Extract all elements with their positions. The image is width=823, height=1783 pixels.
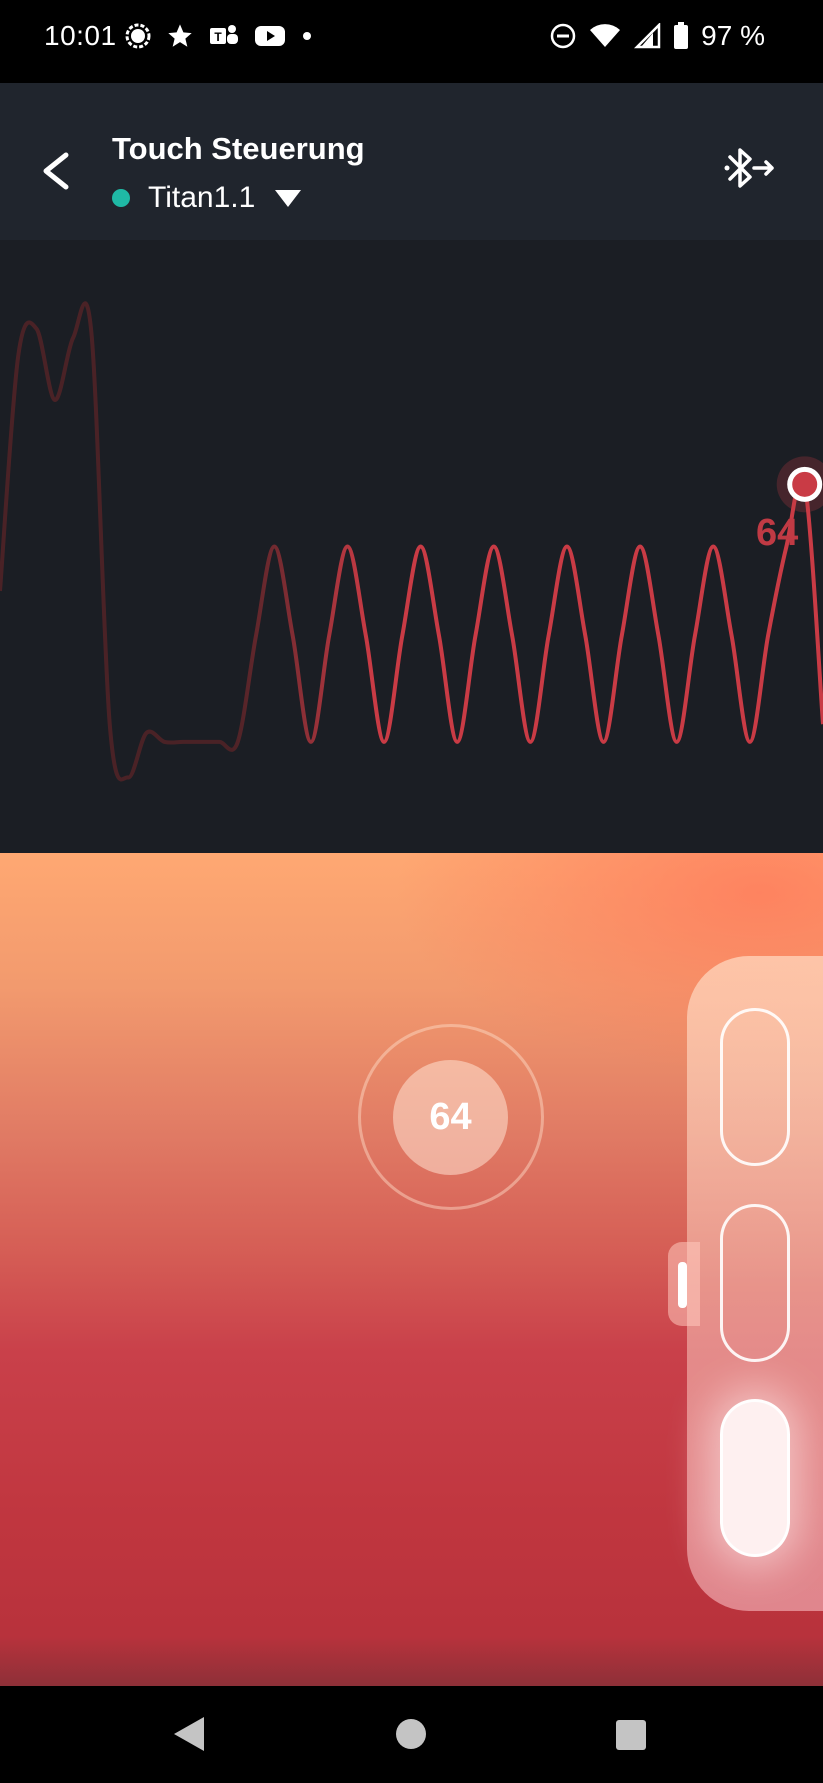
- page-title: Touch Steuerung: [112, 131, 365, 166]
- battery-icon: [674, 22, 689, 49]
- status-bar: 10:01 T 97 %: [0, 0, 823, 83]
- handle-grip-icon: [678, 1262, 687, 1308]
- device-selector[interactable]: Titan1.1: [112, 180, 303, 216]
- svg-text:T: T: [214, 30, 222, 44]
- back-button[interactable]: [30, 135, 84, 207]
- chart-current-point: [787, 466, 823, 502]
- chart-current-value: 64: [756, 512, 799, 554]
- preset-2-button[interactable]: [720, 1204, 790, 1362]
- nav-recents-icon[interactable]: [616, 1720, 646, 1750]
- chart-series-line: [0, 301, 823, 782]
- teams-icon: T: [210, 25, 238, 44]
- device-name: Titan1.1: [148, 181, 256, 214]
- nav-back-icon[interactable]: [172, 1715, 206, 1753]
- back-arrow-icon: [43, 152, 69, 190]
- do-not-disturb-icon: [550, 23, 576, 49]
- nav-home-icon[interactable]: [396, 1719, 426, 1749]
- status-time: 10:01: [44, 20, 117, 51]
- dropdown-triangle-icon: [275, 190, 302, 207]
- bluetooth-connect-icon: [724, 148, 774, 188]
- battery-percent: 97 %: [701, 20, 765, 51]
- touch-knob[interactable]: 64: [393, 1060, 508, 1175]
- star-icon: [168, 24, 192, 47]
- intensity-chart: [0, 240, 823, 853]
- preset-1-button[interactable]: [720, 1008, 790, 1166]
- status-icons-left: T: [124, 22, 314, 50]
- device-status-dot: [112, 189, 130, 207]
- wifi-icon: [590, 24, 621, 47]
- youtube-icon: [255, 26, 285, 46]
- bluetooth-button[interactable]: [722, 143, 780, 193]
- status-icons-right: 97 %: [549, 20, 765, 52]
- cell-signal-icon: [634, 23, 661, 49]
- chart-svg: [0, 301, 823, 782]
- preset-3-button[interactable]: [720, 1399, 790, 1557]
- signal-messenger-icon: [125, 23, 151, 49]
- screen: 10:01 T 97 % Touch Steuerung Titan1.1 64…: [0, 0, 823, 1783]
- dot-icon: [303, 32, 311, 40]
